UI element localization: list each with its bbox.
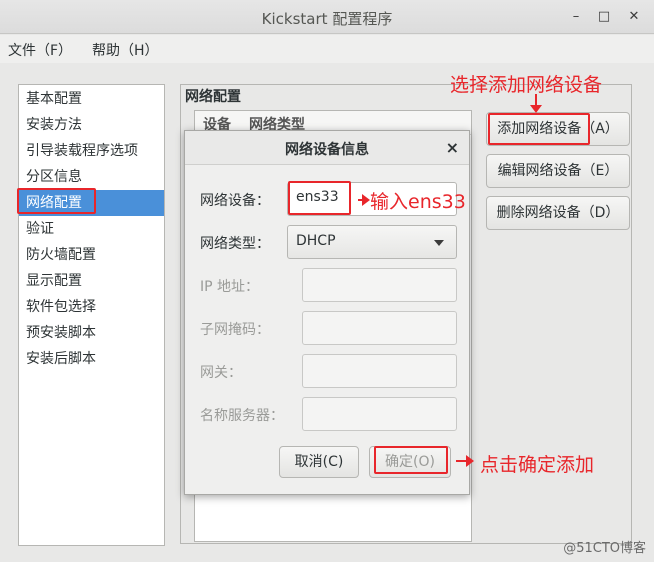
sidebar-item-firewall[interactable]: 防火墙配置	[19, 242, 164, 268]
arrow-right-icon	[358, 194, 370, 206]
section-title: 网络配置	[185, 89, 241, 105]
dialog-close-icon[interactable]: ×	[446, 138, 459, 157]
sidebar-item-basic[interactable]: 基本配置	[19, 86, 164, 112]
ip-label: IP 地址：	[200, 279, 260, 295]
type-select-value: DHCP	[296, 233, 336, 249]
watermark: @51CTO博客	[563, 541, 646, 556]
chevron-down-icon	[434, 240, 444, 246]
mask-label: 子网掩码：	[200, 322, 270, 338]
dns-input[interactable]	[302, 397, 457, 431]
ip-input[interactable]	[302, 268, 457, 302]
type-label: 网络类型：	[200, 236, 270, 252]
close-icon[interactable]: ✕	[624, 7, 644, 27]
annotation-confirm: 点击确定添加	[480, 454, 595, 476]
highlight-network-item	[17, 188, 96, 214]
mask-input[interactable]	[302, 311, 457, 345]
highlight-ok-button	[374, 446, 448, 474]
sidebar: 基本配置 安装方法 引导装载程序选项 分区信息 网络配置 验证 防火墙配置 显示…	[18, 84, 165, 546]
highlight-device-input	[288, 181, 351, 215]
sidebar-item-post-script[interactable]: 安装后脚本	[19, 346, 164, 372]
menu-bar: 文件（F） 帮助（H）	[0, 35, 654, 63]
annotation-add-device: 选择添加网络设备	[450, 74, 603, 96]
gateway-input[interactable]	[302, 354, 457, 388]
arrow-right-icon	[456, 455, 474, 467]
maximize-icon[interactable]: □	[594, 7, 614, 27]
window-title: Kickstart 配置程序	[261, 10, 393, 28]
type-select[interactable]: DHCP	[287, 225, 457, 259]
dialog-title: 网络设备信息	[285, 142, 369, 158]
sidebar-item-pre-script[interactable]: 预安装脚本	[19, 320, 164, 346]
annotation-input: 输入ens33	[370, 191, 466, 213]
dialog-titlebar: 网络设备信息 ×	[185, 131, 469, 165]
minimize-icon[interactable]: –	[566, 7, 586, 27]
device-label: 网络设备：	[200, 193, 270, 209]
dns-label: 名称服务器：	[200, 408, 284, 424]
cancel-button[interactable]: 取消(C)	[279, 446, 359, 478]
sidebar-item-bootloader[interactable]: 引导装载程序选项	[19, 138, 164, 164]
edit-device-button[interactable]: 编辑网络设备（E）	[486, 154, 630, 188]
delete-device-button[interactable]: 删除网络设备（D）	[486, 196, 630, 230]
gateway-label: 网关：	[200, 365, 242, 381]
menu-help[interactable]: 帮助（H）	[92, 40, 159, 60]
arrow-down-icon	[530, 94, 542, 113]
sidebar-item-install-method[interactable]: 安装方法	[19, 112, 164, 138]
sidebar-item-display[interactable]: 显示配置	[19, 268, 164, 294]
sidebar-item-auth[interactable]: 验证	[19, 216, 164, 242]
sidebar-item-packages[interactable]: 软件包选择	[19, 294, 164, 320]
title-bar: Kickstart 配置程序 – □ ✕	[0, 0, 654, 34]
sidebar-item-partition[interactable]: 分区信息	[19, 164, 164, 190]
highlight-add-button	[488, 113, 590, 145]
menu-file[interactable]: 文件（F）	[8, 40, 72, 60]
